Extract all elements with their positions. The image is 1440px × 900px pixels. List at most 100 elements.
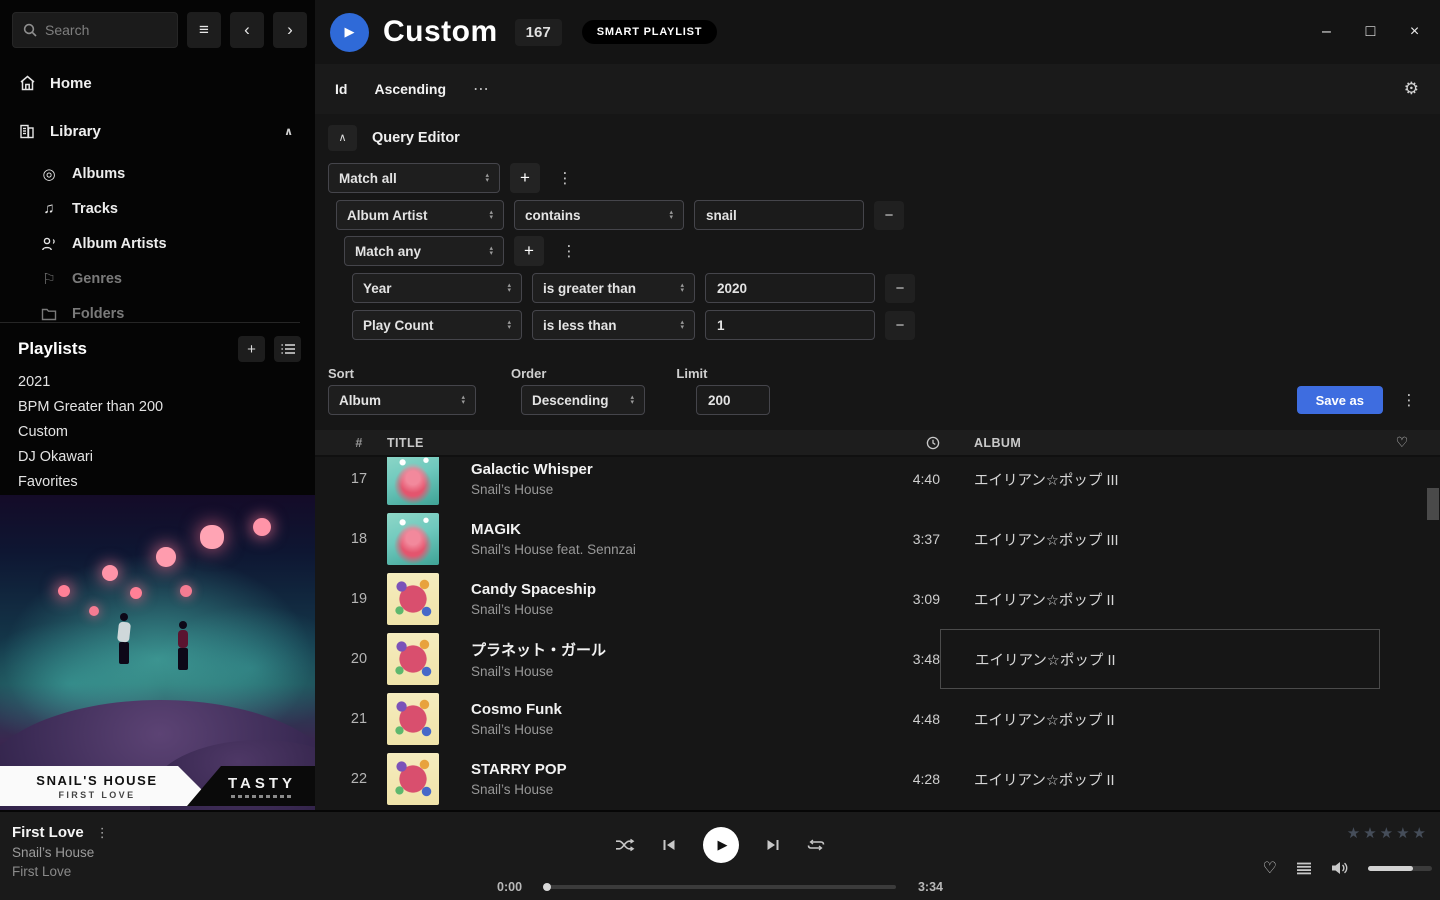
- track-album: エイリアン☆ポップ III: [940, 509, 1380, 569]
- clock-icon[interactable]: [926, 436, 940, 450]
- sidebar-item-library[interactable]: Library ∧: [0, 116, 315, 146]
- track-row[interactable]: 19 Candy Spaceship Snail’s House 3:09 エイ…: [315, 569, 1440, 629]
- sidebar-item-folders[interactable]: Folders: [0, 296, 315, 331]
- add-rule-button[interactable]: +: [510, 163, 540, 193]
- track-list: 17 Galactic Whisper Snail’s House 4:40 エ…: [315, 457, 1440, 809]
- window-controls: – □ ×: [1319, 0, 1422, 64]
- track-row[interactable]: 20 プラネット・ガール Snail’s House 3:48 エイリアン☆ポッ…: [315, 629, 1440, 689]
- sort-direction-button[interactable]: Ascending: [374, 81, 446, 97]
- rule-value-input[interactable]: [705, 273, 875, 303]
- collapse-query-editor-button[interactable]: ∧: [328, 125, 357, 151]
- track-count-badge: 167: [515, 19, 562, 46]
- nav-forward-button[interactable]: ›: [273, 12, 307, 48]
- select-value: is greater than: [543, 281, 636, 296]
- sort-select[interactable]: Album ▴▾: [328, 385, 476, 415]
- rule-operator-select[interactable]: is greater than ▴▾: [532, 273, 695, 303]
- save-menu-button[interactable]: ⋮: [1394, 385, 1424, 415]
- kebab-icon[interactable]: ⋮: [96, 825, 109, 841]
- add-rule-button[interactable]: +: [514, 236, 544, 266]
- group-menu-button[interactable]: ⋮: [554, 236, 584, 266]
- heart-icon[interactable]: ♡: [1396, 434, 1409, 451]
- group-menu-button[interactable]: ⋮: [550, 163, 580, 193]
- track-row[interactable]: 17 Galactic Whisper Snail’s House 4:40 エ…: [315, 457, 1440, 509]
- column-index[interactable]: #: [331, 436, 387, 450]
- sort-label: Sort: [328, 366, 354, 379]
- track-row[interactable]: 22 STARRY POP Snail’s House 4:28 エイリアン☆ポ…: [315, 749, 1440, 809]
- star-icon[interactable]: ★: [1413, 824, 1426, 842]
- order-select[interactable]: Descending ▴▾: [521, 385, 645, 415]
- track-duration: 3:37: [870, 531, 940, 547]
- column-title[interactable]: TITLE: [387, 436, 870, 450]
- rule-field-select[interactable]: Play Count ▴▾: [352, 310, 522, 340]
- select-arrows-icon: ▴▾: [489, 246, 493, 256]
- kebab-icon: ⋮: [562, 242, 577, 260]
- track-row[interactable]: 18 MAGIK Snail’s House feat. Sennzai 3:3…: [315, 509, 1440, 569]
- playlist-item[interactable]: Favorites: [18, 470, 163, 495]
- sort-field-button[interactable]: Id: [335, 81, 347, 97]
- match-mode-select[interactable]: Match any ▴▾: [344, 236, 504, 266]
- playlist-item[interactable]: 2021: [18, 370, 163, 395]
- play-playlist-button[interactable]: ▶: [330, 13, 369, 52]
- volume-slider[interactable]: [1368, 866, 1432, 871]
- gear-icon[interactable]: ⚙: [1404, 79, 1419, 99]
- queue-icon[interactable]: [1296, 862, 1312, 875]
- remove-rule-button[interactable]: −: [885, 311, 915, 340]
- rule-field-select[interactable]: Year ▴▾: [352, 273, 522, 303]
- search-input[interactable]: [45, 22, 160, 38]
- collapse-chevron-icon[interactable]: ∧: [284, 125, 293, 138]
- nav-back-button[interactable]: ‹: [230, 12, 264, 48]
- playlist-item[interactable]: Custom: [18, 420, 163, 445]
- column-album[interactable]: ALBUM: [940, 436, 1380, 450]
- star-icon[interactable]: ★: [1347, 824, 1360, 842]
- rule-value-input[interactable]: [705, 310, 875, 340]
- sidebar-item-genres[interactable]: ⚐ Genres: [0, 261, 315, 296]
- menu-button[interactable]: ≡: [187, 12, 221, 48]
- repeat-icon[interactable]: [807, 838, 825, 852]
- track-index: 19: [331, 591, 387, 607]
- play-pause-button[interactable]: ▶: [703, 827, 739, 863]
- shuffle-icon[interactable]: [615, 838, 635, 852]
- previous-track-icon[interactable]: [662, 838, 676, 852]
- favorite-heart-icon[interactable]: ♡: [1263, 858, 1277, 878]
- add-playlist-button[interactable]: +: [238, 336, 265, 362]
- star-icon[interactable]: ★: [1363, 824, 1376, 842]
- playlist-item[interactable]: DJ Okawari: [18, 445, 163, 470]
- library-sublist: ◎ Albums ♫ Tracks Album Artists ⚐ Genres: [0, 156, 315, 331]
- rule-operator-select[interactable]: contains ▴▾: [514, 200, 684, 230]
- artwork-banner-black: TASTY: [187, 766, 315, 806]
- sidebar-item-albums[interactable]: ◎ Albums: [0, 156, 315, 191]
- maximize-button[interactable]: □: [1363, 23, 1378, 41]
- artist-icon: [40, 236, 58, 252]
- sidebar-item-home[interactable]: Home: [0, 68, 315, 98]
- match-mode-select[interactable]: Match all ▴▾: [328, 163, 500, 193]
- select-arrows-icon: ▴▾: [507, 320, 511, 330]
- close-button[interactable]: ×: [1407, 23, 1422, 41]
- sidebar-item-tracks[interactable]: ♫ Tracks: [0, 191, 315, 226]
- rating-stars: ★ ★ ★ ★ ★: [1347, 824, 1426, 842]
- page-title: Custom: [383, 15, 498, 49]
- star-icon[interactable]: ★: [1396, 824, 1409, 842]
- limit-input[interactable]: [696, 385, 770, 415]
- minimize-button[interactable]: –: [1319, 23, 1334, 41]
- star-icon[interactable]: ★: [1380, 824, 1393, 842]
- rule-operator-select[interactable]: is less than ▴▾: [532, 310, 695, 340]
- playlist-item[interactable]: BPM Greater than 200: [18, 395, 163, 420]
- volume-icon[interactable]: [1331, 861, 1349, 875]
- track-album-selected[interactable]: エイリアン☆ポップ II: [940, 629, 1380, 689]
- rule-value-input[interactable]: [694, 200, 864, 230]
- total-time: 3:34: [911, 880, 943, 894]
- track-row[interactable]: 21 Cosmo Funk Snail’s House 4:48 エイリアン☆ポ…: [315, 689, 1440, 749]
- scrollbar-thumb[interactable]: [1427, 488, 1439, 520]
- playlist-list-button[interactable]: [274, 336, 301, 362]
- seek-bar[interactable]: [544, 885, 896, 889]
- remove-rule-button[interactable]: −: [874, 201, 904, 230]
- save-as-button[interactable]: Save as: [1297, 386, 1383, 414]
- remove-rule-button[interactable]: −: [885, 274, 915, 303]
- rule-field-select[interactable]: Album Artist ▴▾: [336, 200, 504, 230]
- sidebar-item-album-artists[interactable]: Album Artists: [0, 226, 315, 261]
- album-art: [387, 457, 439, 505]
- next-track-icon[interactable]: [766, 838, 780, 852]
- track-index: 17: [331, 471, 387, 487]
- more-options-icon[interactable]: ⋯: [473, 79, 490, 99]
- search-box[interactable]: [12, 12, 178, 48]
